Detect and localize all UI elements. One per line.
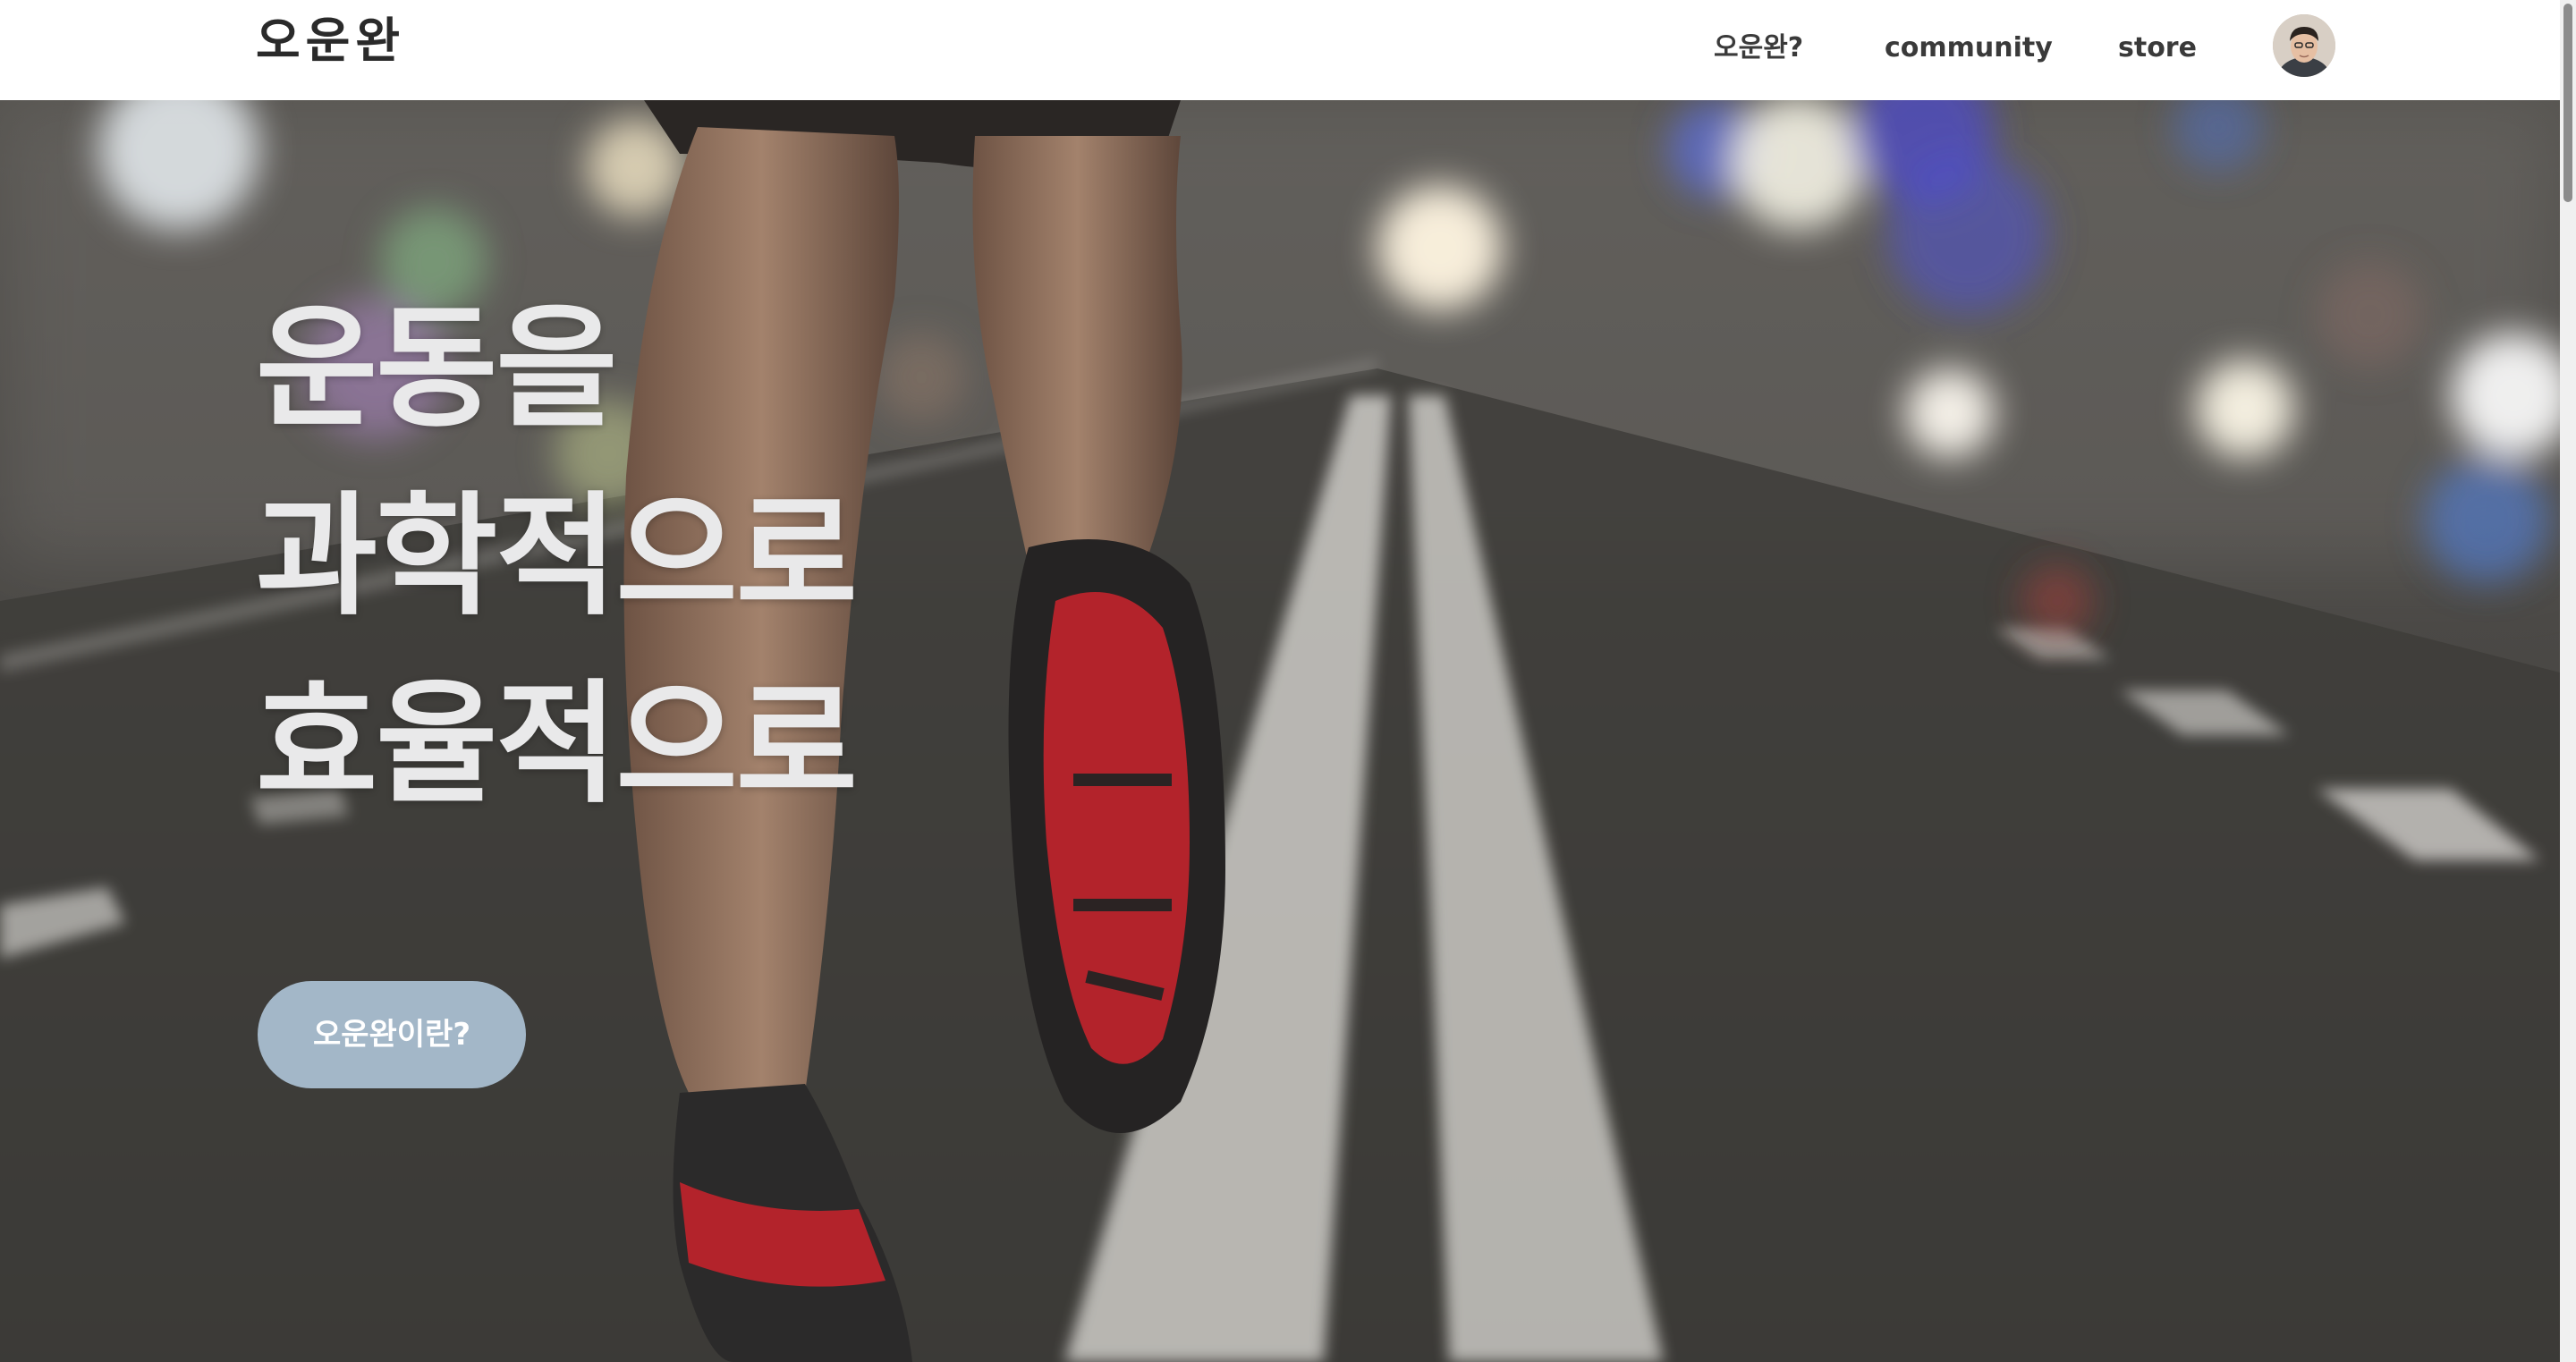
avatar-portrait bbox=[2273, 14, 2335, 77]
hero-headline-line-3: 효율적으로 bbox=[256, 667, 858, 821]
site-logo[interactable]: 오운완 bbox=[256, 13, 405, 70]
hero-section: 운동을 과학적으로 효율적으로 오운완이란? bbox=[0, 100, 2560, 1362]
about-cta-button[interactable]: 오운완이란? bbox=[258, 981, 526, 1088]
nav-link-community[interactable]: community bbox=[1885, 30, 2053, 66]
top-navbar: 오운완 오운완? community store bbox=[0, 0, 2560, 100]
hero-headline-line-2: 과학적으로 bbox=[256, 479, 858, 633]
page-scrollbar[interactable] bbox=[2560, 0, 2576, 1362]
hero-headline-line-1: 운동을 bbox=[256, 292, 617, 445]
page: 오운완 오운완? community store 운동을 과학적으로 효율적으로… bbox=[0, 0, 2576, 1362]
nav-link-about[interactable]: 오운완? bbox=[1714, 30, 1803, 66]
scrollbar-thumb[interactable] bbox=[2563, 4, 2572, 202]
nav-link-store[interactable]: store bbox=[2118, 30, 2197, 66]
user-avatar-icon[interactable] bbox=[2273, 14, 2335, 77]
